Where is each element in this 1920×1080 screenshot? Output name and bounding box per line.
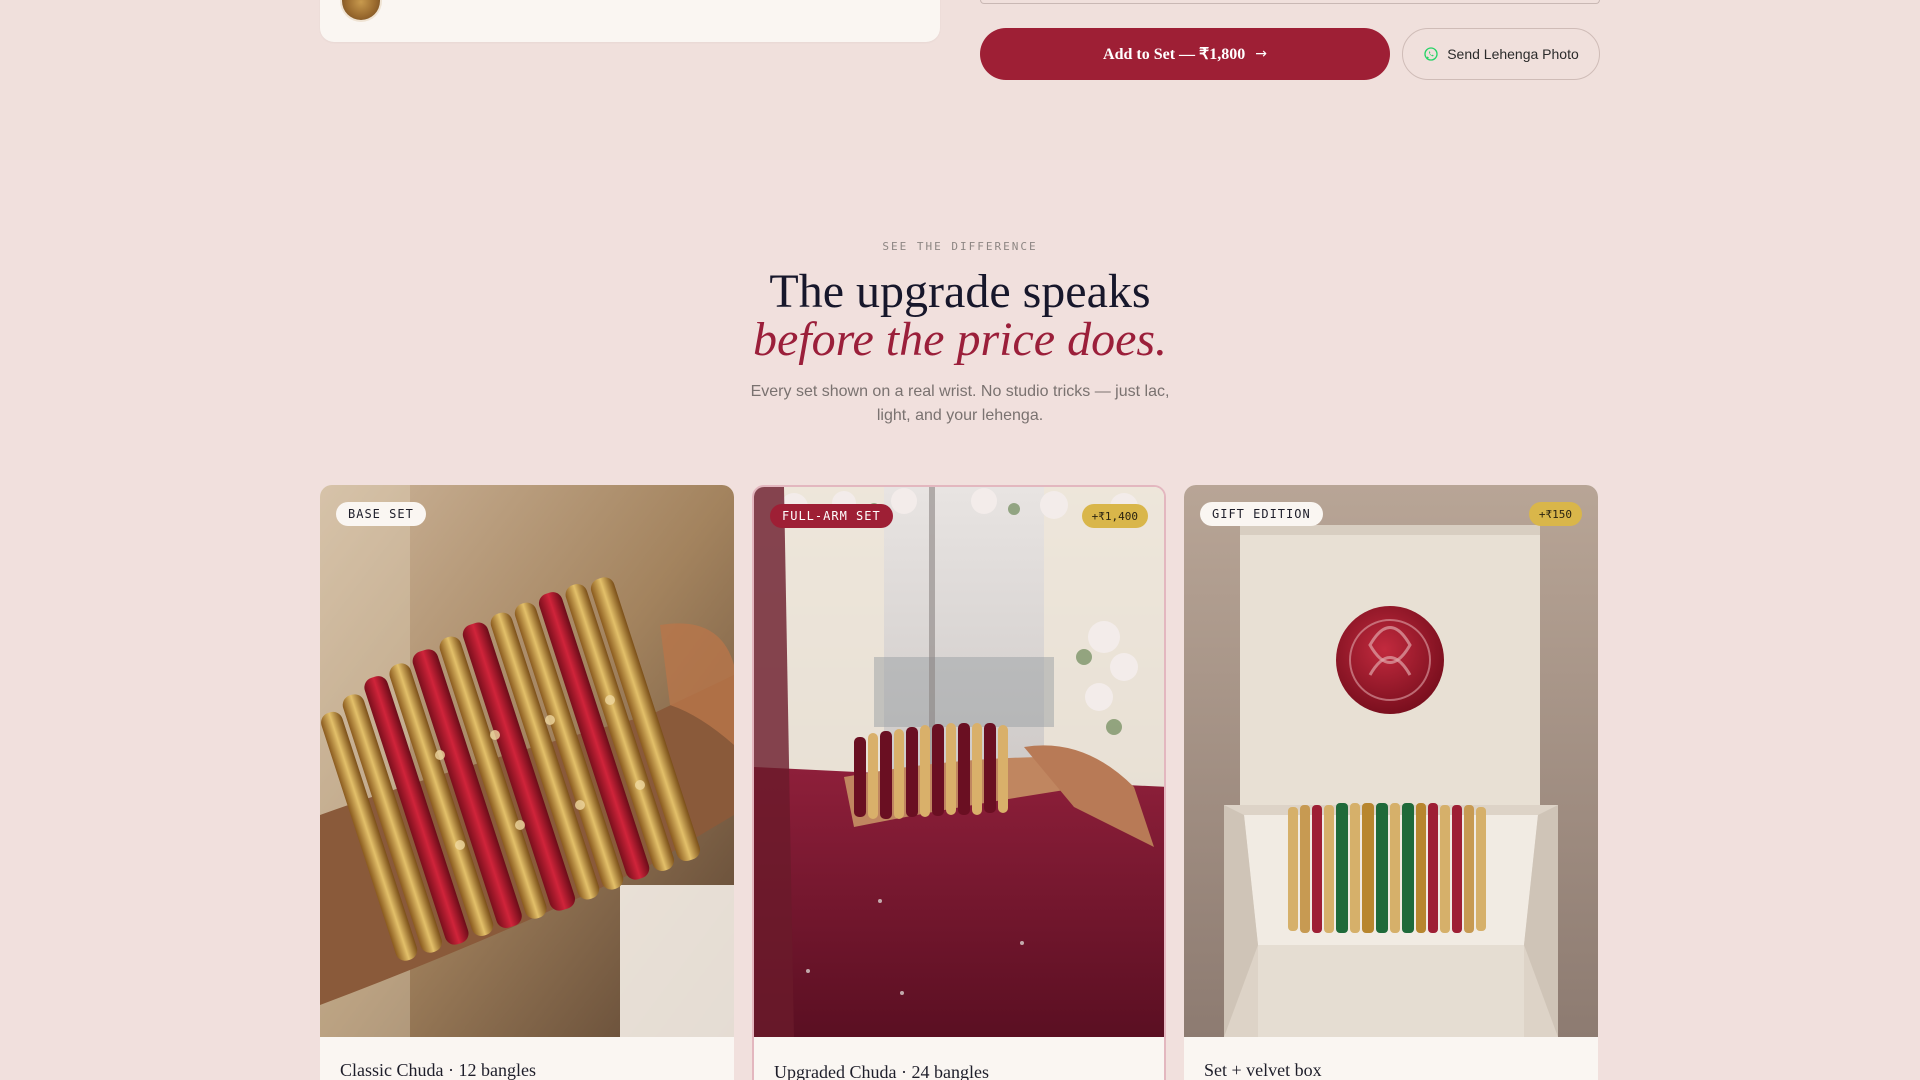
send-lehenga-photo-button[interactable]: Send Lehenga Photo: [1402, 28, 1600, 80]
section-title: The upgrade speaks: [769, 265, 1151, 318]
gift-edition-photo: GIFT EDITION +₹150: [1184, 485, 1598, 1037]
base-set-badge: BASE SET: [336, 502, 426, 526]
comparison-card-upgraded[interactable]: FULL-ARM SET +₹1,400 Upgraded Chuda · 24…: [752, 485, 1166, 1080]
upgraded-chuda-caption: Upgraded Chuda · 24 bangles: [774, 1062, 989, 1080]
add-to-set-button[interactable]: Add to Set — ₹1,800 →: [980, 28, 1390, 80]
section-title-italic: before the price does.: [752, 313, 1168, 366]
whatsapp-icon: [1424, 47, 1438, 61]
add-to-set-label: Add to Set — ₹1,800: [1103, 46, 1246, 63]
full-arm-set-photo: FULL-ARM SET +₹1,400: [754, 487, 1164, 1037]
send-lehenga-photo-label: Send Lehenga Photo: [1447, 46, 1579, 62]
base-set-caption: Classic Chuda · 12 bangles: [340, 1060, 536, 1080]
top-band: [0, 0, 1920, 160]
gift-edition-price-tag: +₹150: [1528, 502, 1582, 526]
section-eyebrow: SEE THE DIFFERENCE: [882, 240, 1038, 253]
gift-edition-caption: Set + velvet box: [1204, 1060, 1322, 1080]
arrow-right-icon: →: [1255, 46, 1267, 62]
full-arm-set-badge: FULL-ARM SET: [770, 504, 893, 528]
full-arm-set-price-tag: +₹1,400: [1081, 504, 1148, 528]
base-set-photo: BASE SET: [320, 485, 734, 1037]
bangle-thumbnail[interactable]: [340, 0, 382, 22]
gift-edition-badge: GIFT EDITION: [1200, 502, 1323, 526]
comparison-card-gift[interactable]: GIFT EDITION +₹150 Set + velvet box: [1184, 485, 1598, 1080]
option-selector-edge: [980, 0, 1600, 4]
section-subtitle: Every set shown on a real wrist. No stud…: [750, 383, 1170, 424]
comparison-card-base[interactable]: BASE SET Classic Chuda · 12 bangles: [320, 485, 734, 1080]
product-thumbnail-card: [320, 0, 940, 42]
